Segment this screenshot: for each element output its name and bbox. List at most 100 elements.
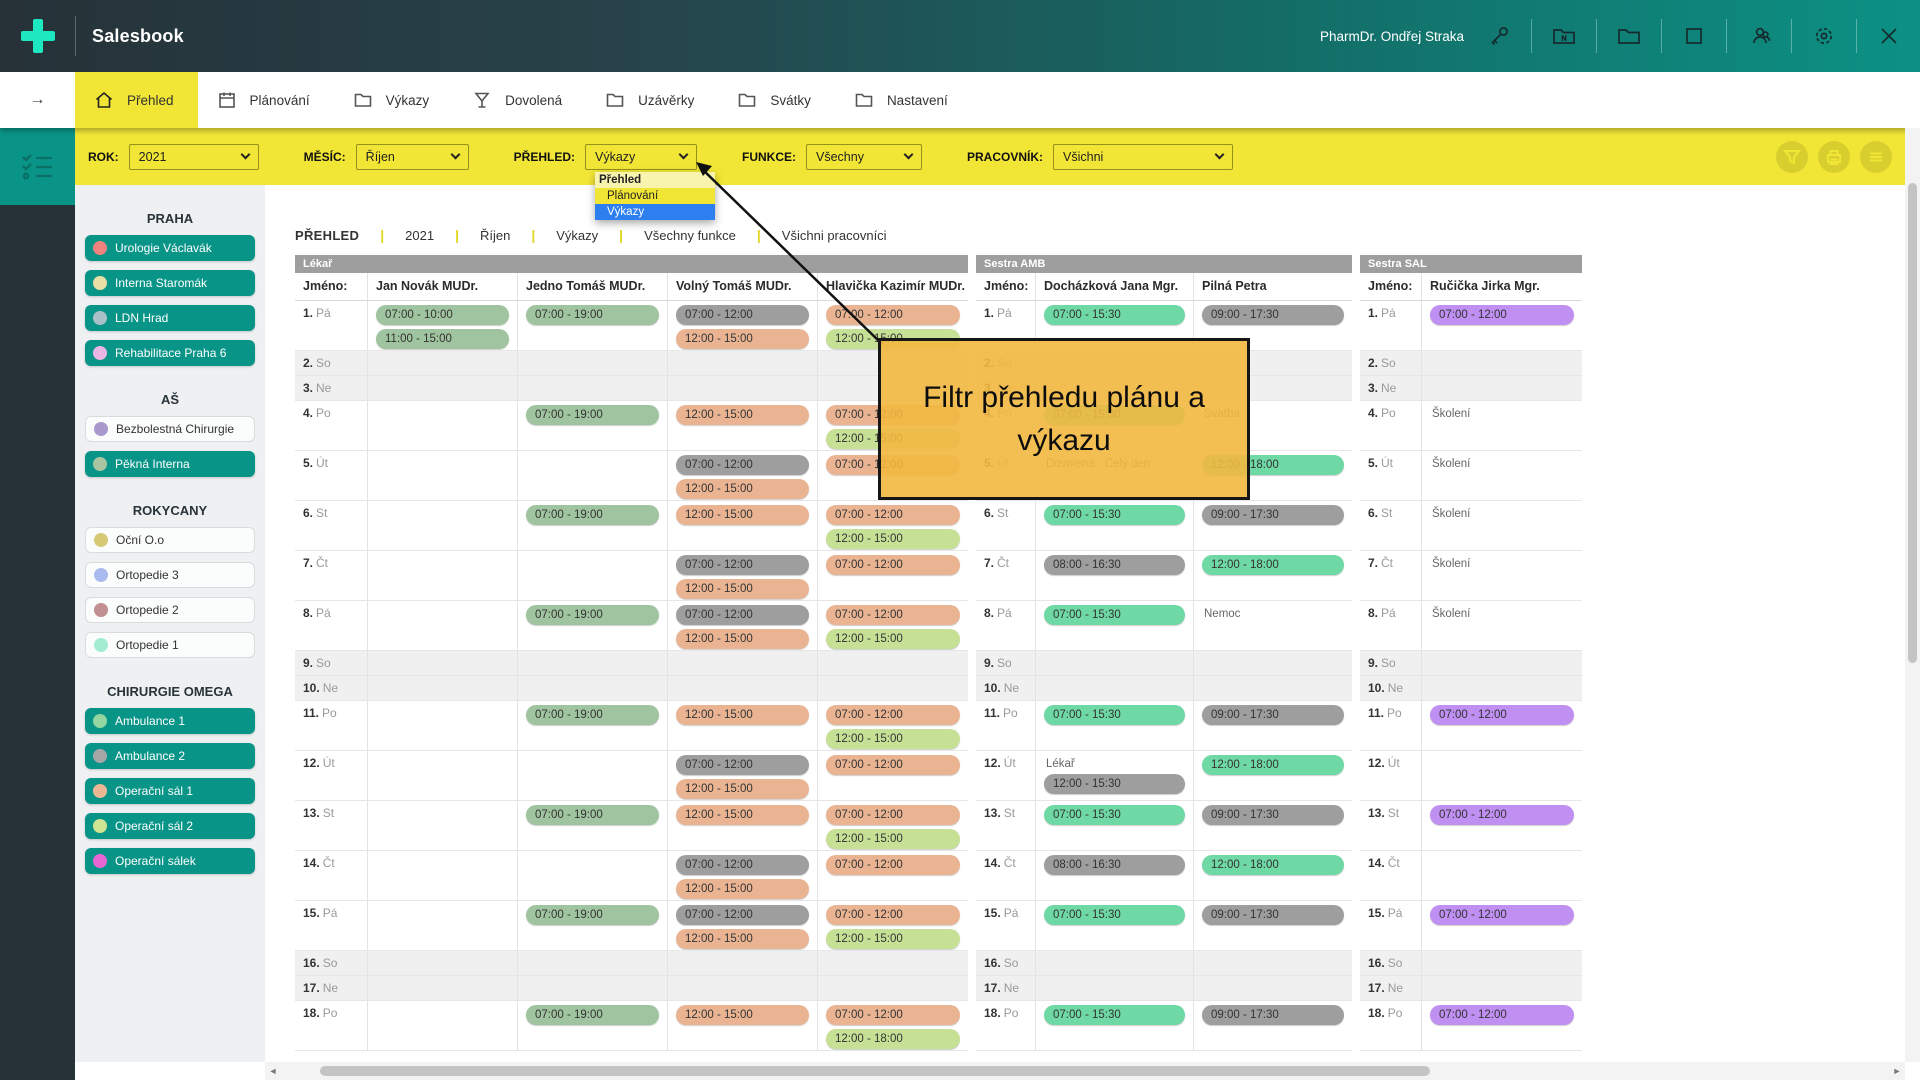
view-option-výkazy[interactable]: Výkazy bbox=[595, 204, 715, 220]
shift-pill[interactable]: 12:00 - 15:00 bbox=[676, 1005, 809, 1025]
shift-pill[interactable]: 07:00 - 15:30 bbox=[1044, 1005, 1185, 1025]
tab-dovolená[interactable]: Dovolená bbox=[453, 72, 586, 128]
function-select[interactable]: Všechny bbox=[806, 144, 922, 170]
shift-pill[interactable]: 07:00 - 15:30 bbox=[1044, 705, 1185, 725]
tab-přehled[interactable]: Přehled bbox=[75, 72, 198, 128]
sidebar-item-o-n-o-o[interactable]: Oční O.o bbox=[85, 527, 255, 553]
shift-pill[interactable]: 07:00 - 12:00 bbox=[1430, 305, 1574, 325]
vertical-scrollbar-thumb[interactable] bbox=[1908, 183, 1917, 663]
folder-icon[interactable] bbox=[1616, 23, 1642, 49]
collapse-arrow-icon[interactable]: → bbox=[0, 72, 75, 128]
folder-n-icon[interactable]: N bbox=[1551, 23, 1577, 49]
sidebar-item-ortopedie-1[interactable]: Ortopedie 1 bbox=[85, 632, 255, 658]
sidebar-item-ortopedie-3[interactable]: Ortopedie 3 bbox=[85, 562, 255, 588]
tab-nastavení[interactable]: Nastavení bbox=[835, 72, 972, 128]
users-icon[interactable] bbox=[1746, 23, 1772, 49]
funnel-button[interactable] bbox=[1776, 141, 1808, 173]
tab-uzávěrky[interactable]: Uzávěrky bbox=[586, 72, 718, 128]
shift-pill[interactable]: 07:00 - 19:00 bbox=[526, 405, 659, 425]
shift-pill[interactable]: 12:00 - 15:00 bbox=[676, 329, 809, 349]
sidebar-item-opera-n-s-l-1[interactable]: Operační sál 1 bbox=[85, 778, 255, 804]
app-logo[interactable] bbox=[0, 0, 75, 72]
scroll-left-icon[interactable]: ◄ bbox=[265, 1066, 281, 1076]
shift-pill[interactable]: 07:00 - 19:00 bbox=[526, 905, 659, 925]
shift-pill[interactable]: 12:00 - 15:00 bbox=[676, 879, 809, 899]
shift-pill[interactable]: 07:00 - 12:00 bbox=[826, 755, 960, 775]
shift-pill[interactable]: 12:00 - 15:00 bbox=[676, 479, 809, 499]
shift-pill[interactable]: 07:00 - 19:00 bbox=[526, 305, 659, 325]
view-select[interactable]: Výkazy bbox=[585, 144, 697, 170]
shift-pill[interactable]: 12:00 - 15:00 bbox=[676, 579, 809, 599]
square-icon[interactable] bbox=[1681, 23, 1707, 49]
shift-pill[interactable]: 07:00 - 19:00 bbox=[526, 805, 659, 825]
gear-icon[interactable] bbox=[1811, 23, 1837, 49]
shift-pill[interactable]: 12:00 - 15:00 bbox=[676, 505, 809, 525]
year-select[interactable]: 2021 bbox=[129, 144, 259, 170]
sidebar-item-opera-n-s-lek[interactable]: Operační sálek bbox=[85, 848, 255, 874]
sidebar-item-opera-n-s-l-2[interactable]: Operační sál 2 bbox=[85, 813, 255, 839]
shift-pill[interactable]: 12:00 - 18:00 bbox=[826, 1029, 960, 1049]
shift-pill[interactable]: 07:00 - 12:00 bbox=[676, 905, 809, 925]
shift-pill[interactable]: 07:00 - 12:00 bbox=[676, 555, 809, 575]
tab-plánování[interactable]: Plánování bbox=[198, 72, 334, 128]
shift-pill[interactable]: 07:00 - 15:30 bbox=[1044, 505, 1185, 525]
shift-pill[interactable]: 07:00 - 10:00 bbox=[376, 305, 509, 325]
shift-pill[interactable]: 12:00 - 15:30 bbox=[1044, 774, 1185, 794]
shift-pill[interactable]: 07:00 - 15:30 bbox=[1044, 805, 1185, 825]
shift-pill[interactable]: 12:00 - 18:00 bbox=[1202, 555, 1344, 575]
worker-select[interactable]: Všichni bbox=[1053, 144, 1233, 170]
shift-pill[interactable]: 07:00 - 15:30 bbox=[1044, 605, 1185, 625]
horizontal-scrollbar[interactable]: ◄ ► bbox=[265, 1062, 1905, 1080]
shift-pill[interactable]: 07:00 - 12:00 bbox=[676, 855, 809, 875]
checklist-button[interactable] bbox=[0, 128, 75, 205]
scroll-right-icon[interactable]: ► bbox=[1889, 1066, 1905, 1076]
shift-pill[interactable]: 12:00 - 15:00 bbox=[826, 529, 960, 549]
shift-pill[interactable]: 09:00 - 17:30 bbox=[1202, 305, 1344, 325]
shift-pill[interactable]: 07:00 - 12:00 bbox=[1430, 1005, 1574, 1025]
horizontal-scrollbar-thumb[interactable] bbox=[320, 1066, 1430, 1076]
shift-pill[interactable]: 09:00 - 17:30 bbox=[1202, 905, 1344, 925]
sidebar-item-ambulance-2[interactable]: Ambulance 2 bbox=[85, 743, 255, 769]
shift-pill[interactable]: 07:00 - 19:00 bbox=[526, 705, 659, 725]
shift-pill[interactable]: 07:00 - 12:00 bbox=[826, 305, 960, 325]
month-select[interactable]: Říjen bbox=[356, 144, 469, 170]
shift-pill[interactable]: 07:00 - 12:00 bbox=[676, 305, 809, 325]
view-option-přehled[interactable]: Přehled bbox=[595, 172, 715, 188]
shift-pill[interactable]: 07:00 - 12:00 bbox=[826, 1005, 960, 1025]
menu-button[interactable] bbox=[1860, 141, 1892, 173]
shift-pill[interactable]: 11:00 - 15:00 bbox=[376, 329, 509, 349]
sidebar-item-interna-starom-k[interactable]: Interna Staromák bbox=[85, 270, 255, 296]
shift-pill[interactable]: 09:00 - 17:30 bbox=[1202, 505, 1344, 525]
view-option-plánování[interactable]: Plánování bbox=[595, 188, 715, 204]
shift-pill[interactable]: 07:00 - 12:00 bbox=[826, 505, 960, 525]
shift-pill[interactable]: 07:00 - 12:00 bbox=[1430, 705, 1574, 725]
shift-pill[interactable]: 09:00 - 17:30 bbox=[1202, 805, 1344, 825]
shift-pill[interactable]: 12:00 - 15:00 bbox=[826, 929, 960, 949]
shift-pill[interactable]: 12:00 - 15:00 bbox=[676, 805, 809, 825]
shift-pill[interactable]: 12:00 - 15:00 bbox=[676, 629, 809, 649]
sidebar-item-urologie-v-clav-k[interactable]: Urologie Václavák bbox=[85, 235, 255, 261]
printer-button[interactable] bbox=[1818, 141, 1850, 173]
sidebar-item-p-kn-interna[interactable]: Pěkná Interna bbox=[85, 451, 255, 477]
shift-pill[interactable]: 12:00 - 15:00 bbox=[676, 929, 809, 949]
shift-pill[interactable]: 07:00 - 12:00 bbox=[676, 455, 809, 475]
shift-pill[interactable]: 09:00 - 17:30 bbox=[1202, 705, 1344, 725]
shift-pill[interactable]: 12:00 - 18:00 bbox=[1202, 855, 1344, 875]
tab-svátky[interactable]: Svátky bbox=[718, 72, 835, 128]
shift-pill[interactable]: 07:00 - 12:00 bbox=[826, 555, 960, 575]
shift-pill[interactable]: 07:00 - 12:00 bbox=[1430, 905, 1574, 925]
shift-pill[interactable]: 07:00 - 12:00 bbox=[676, 755, 809, 775]
shift-pill[interactable]: 07:00 - 12:00 bbox=[826, 605, 960, 625]
close-icon[interactable] bbox=[1876, 23, 1902, 49]
shift-pill[interactable]: 12:00 - 15:00 bbox=[676, 779, 809, 799]
sidebar-item-ambulance-1[interactable]: Ambulance 1 bbox=[85, 708, 255, 734]
shift-pill[interactable]: 08:00 - 16:30 bbox=[1044, 855, 1185, 875]
shift-pill[interactable]: 12:00 - 15:00 bbox=[676, 705, 809, 725]
vertical-scrollbar[interactable] bbox=[1905, 128, 1920, 1062]
sidebar-item-ldn-hrad[interactable]: LDN Hrad bbox=[85, 305, 255, 331]
shift-pill[interactable]: 07:00 - 12:00 bbox=[826, 905, 960, 925]
tab-výkazy[interactable]: Výkazy bbox=[334, 72, 454, 128]
shift-pill[interactable]: 09:00 - 17:30 bbox=[1202, 1005, 1344, 1025]
shift-pill[interactable]: 07:00 - 19:00 bbox=[526, 605, 659, 625]
sidebar-item-rehabilitace-praha-6[interactable]: Rehabilitace Praha 6 bbox=[85, 340, 255, 366]
